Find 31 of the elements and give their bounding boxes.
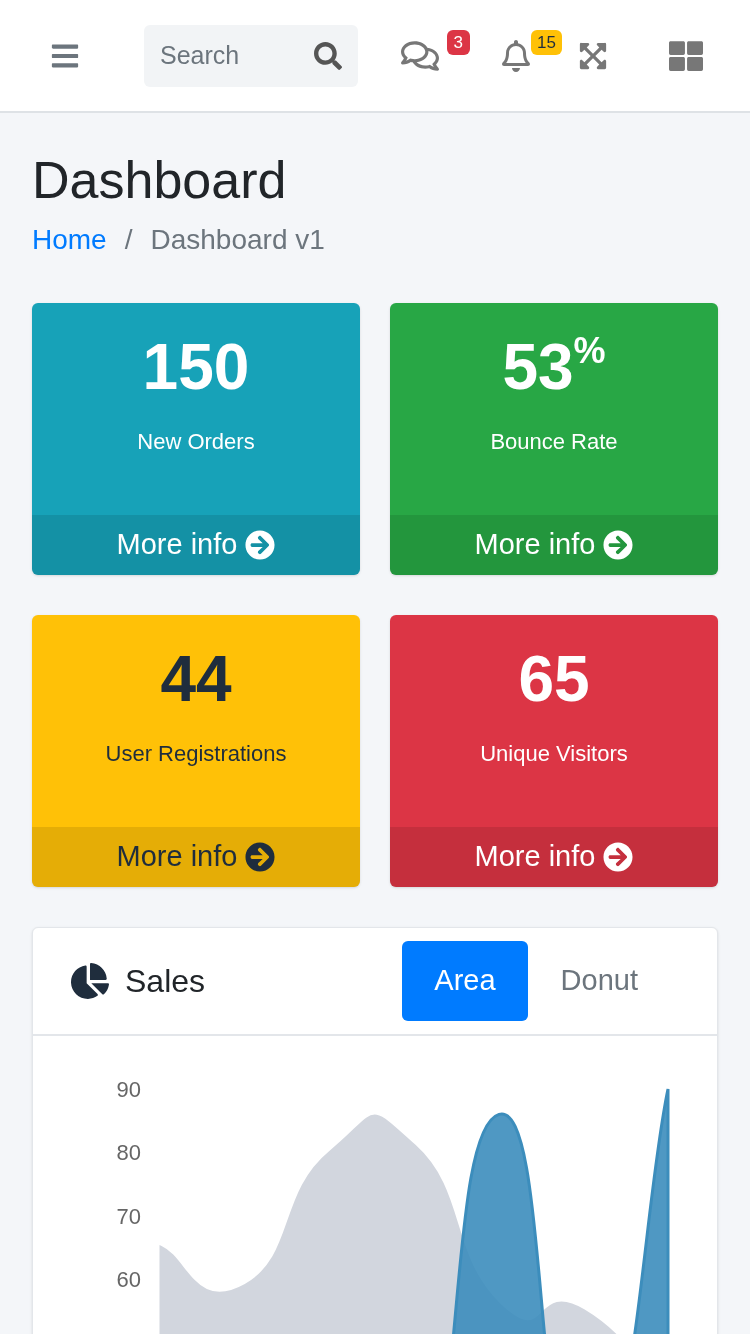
breadcrumb-link[interactable]: Home xyxy=(32,219,107,261)
more-info-link[interactable]: More info xyxy=(390,515,718,575)
message-count-badge: 3 xyxy=(446,29,470,55)
axis-label: 60 xyxy=(116,1266,141,1292)
bell-icon[interactable] xyxy=(500,39,532,72)
more-info-link[interactable]: More info xyxy=(32,827,360,887)
chart-tab[interactable]: Donut xyxy=(533,941,665,1021)
stat-label: Bounce Rate xyxy=(490,428,618,456)
fullscreen-button[interactable] xyxy=(578,40,608,71)
search-icon[interactable] xyxy=(314,41,342,70)
stat-value: 65 xyxy=(518,643,590,715)
more-info-link[interactable]: More info xyxy=(32,515,360,575)
stat-label: Unique Visitors xyxy=(480,740,628,768)
stat-value: 53$^{%}$ xyxy=(502,331,606,403)
axis-label: 90 xyxy=(116,1077,141,1102)
breadcrumb-separator: / xyxy=(124,223,133,257)
stat-label: User Registrations xyxy=(105,740,287,768)
chart-tab[interactable]: Area xyxy=(402,941,528,1021)
notification-count-badge: 15 xyxy=(531,29,562,55)
stat-value: 44 xyxy=(160,643,232,715)
search-field[interactable]: Search xyxy=(144,24,358,87)
page-title: Dashboard xyxy=(32,150,288,211)
stat-label: New Orders xyxy=(137,428,255,456)
axis-label: 80 xyxy=(116,1140,141,1166)
pie-chart-icon xyxy=(71,962,109,1000)
axis-label: 70 xyxy=(116,1203,141,1229)
more-info-link[interactable]: More info xyxy=(390,827,718,887)
stat-value: 150 xyxy=(142,331,250,403)
grid-button[interactable] xyxy=(669,38,703,73)
breadcrumb-current: Dashboard v1 xyxy=(150,223,325,257)
card-title: Sales xyxy=(125,962,206,1001)
